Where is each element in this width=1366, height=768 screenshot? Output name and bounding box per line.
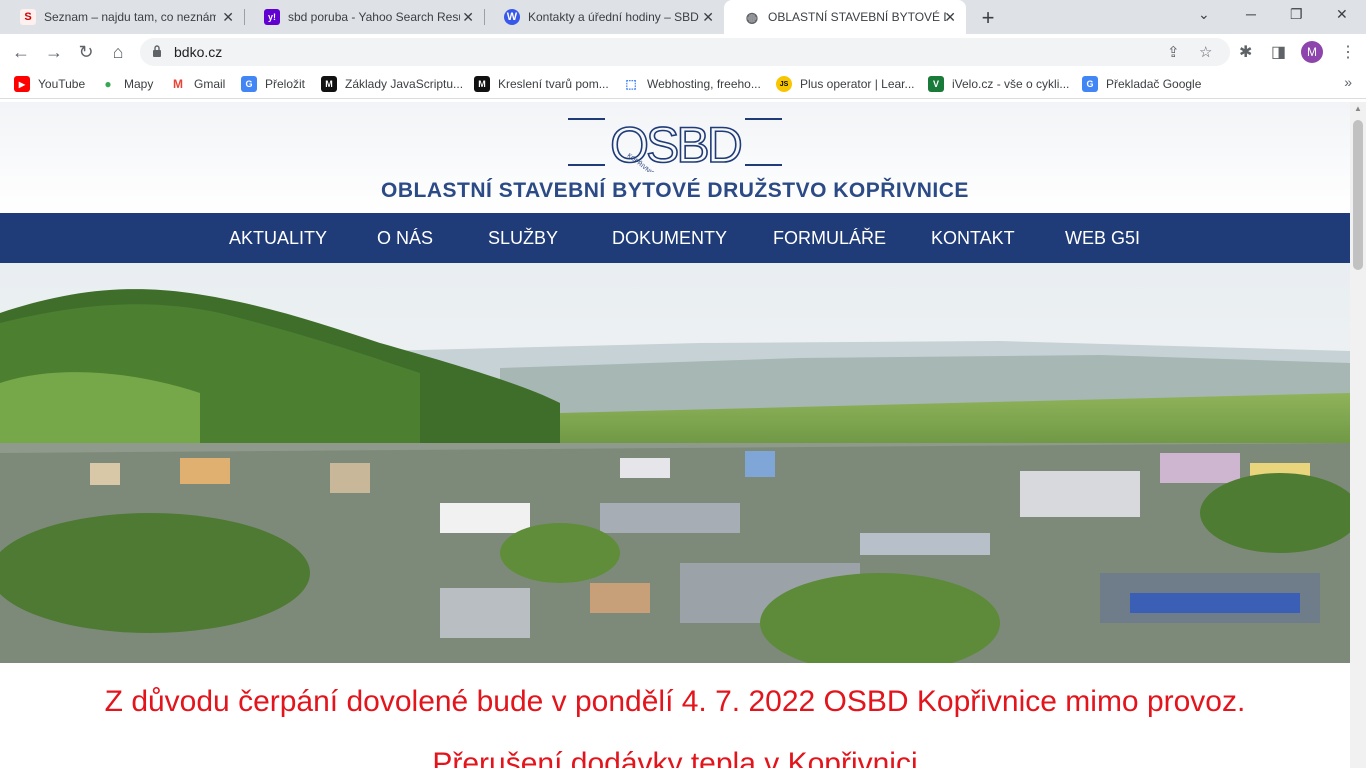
- nav-sluzby[interactable]: SLUŽBY: [488, 228, 558, 249]
- address-bar[interactable]: bdko.cz ⇪ ☆: [140, 38, 1230, 66]
- google-translate-icon: G: [1082, 76, 1098, 92]
- tab-osbd-active[interactable]: ◍ OBLASTNÍ STAVEBNÍ BYTOVÉ DR ✕: [724, 0, 966, 34]
- home-icon[interactable]: ⌂: [107, 41, 129, 63]
- tab-title: sbd poruba - Yahoo Search Resul: [288, 10, 460, 24]
- nav-dokumenty[interactable]: DOKUMENTY: [612, 228, 727, 249]
- nav-kontakt[interactable]: KONTAKT: [931, 228, 1015, 249]
- announcement-heating-outage[interactable]: Přerušení dodávky tepla v Kopřivnici: [0, 747, 1350, 768]
- ivelo-icon: V: [928, 76, 944, 92]
- web-page: OSBD KOPŘIVNICE OBLASTNÍ STAVEBNÍ BYTOVÉ…: [0, 102, 1350, 768]
- star-icon[interactable]: ☆: [1199, 43, 1212, 61]
- js-icon: JS: [776, 76, 792, 92]
- new-tab-button[interactable]: +: [976, 5, 1000, 31]
- bookmark-zaklady-javascriptu[interactable]: M Základy JavaScriptu...: [321, 75, 463, 93]
- close-icon[interactable]: ✕: [702, 10, 714, 24]
- m-icon: M: [474, 76, 490, 92]
- tab-search-chevron-icon[interactable]: ⌄: [1198, 6, 1210, 23]
- bookmark-label: Webhosting, freeho...: [647, 77, 761, 91]
- forward-arrow-icon[interactable]: →: [43, 41, 65, 63]
- minimize-icon[interactable]: ─: [1246, 6, 1256, 22]
- bookmark-label: Mapy: [124, 77, 154, 91]
- bookmark-label: Přeložit: [265, 77, 306, 91]
- back-arrow-icon[interactable]: ←: [10, 41, 32, 63]
- globe-icon: ◍: [745, 8, 759, 25]
- site-subtitle: OBLASTNÍ STAVEBNÍ BYTOVÉ DRUŽSTVO KOPŘIV…: [381, 179, 969, 202]
- bookmark-prelozit[interactable]: G Přeložit: [241, 75, 305, 93]
- bookmarks-bar: ▶ YouTube ● Mapy M Gmail G Přeložit M Zá…: [0, 70, 1366, 99]
- scroll-up-arrow-icon[interactable]: ▲: [1354, 104, 1362, 113]
- bookmark-label: Gmail: [194, 77, 226, 91]
- close-icon[interactable]: ✕: [462, 10, 474, 24]
- seznam-icon: S: [20, 9, 36, 25]
- bookmark-kresleni-tvaru[interactable]: M Kreslení tvarů pom...: [474, 75, 609, 93]
- lock-icon: [153, 45, 161, 57]
- scrollbar-thumb[interactable]: [1353, 120, 1363, 270]
- gmail-icon: M: [173, 77, 183, 91]
- bookmark-mapy[interactable]: ● Mapy: [100, 75, 153, 93]
- close-icon[interactable]: ✕: [944, 10, 956, 24]
- announcement-vacation: Z důvodu čerpání dovolené bude v pondělí…: [104, 685, 1246, 718]
- bookmark-label: Plus operator | Lear...: [800, 77, 915, 91]
- bookmark-label: Překladač Google: [1106, 77, 1202, 91]
- tab-kontakty[interactable]: W Kontakty a úřední hodiny – SBD P ✕: [484, 0, 724, 34]
- webhosting-icon: ⬚: [625, 77, 637, 91]
- share-icon[interactable]: ⇪: [1167, 43, 1180, 61]
- nav-formulare[interactable]: FORMULÁŘE: [773, 228, 886, 249]
- restore-icon[interactable]: ❐: [1290, 6, 1303, 23]
- google-translate-icon: G: [241, 76, 257, 92]
- bookmark-webhosting[interactable]: ⬚ Webhosting, freeho...: [623, 75, 761, 93]
- tab-strip: S Seznam – najdu tam, co neznám ✕ y! sbd…: [0, 0, 1366, 34]
- main-navigation: AKTUALITY O NÁS SLUŽBY DOKUMENTY FORMULÁ…: [0, 213, 1350, 263]
- bookmark-label: Základy JavaScriptu...: [345, 77, 464, 91]
- nav-aktuality[interactable]: AKTUALITY: [229, 228, 327, 249]
- youtube-icon: ▶: [14, 76, 30, 92]
- window-close-icon[interactable]: ✕: [1336, 6, 1348, 23]
- reload-icon[interactable]: ↻: [75, 41, 97, 63]
- osbd-logo[interactable]: OSBD KOPŘIVNICE: [565, 116, 785, 172]
- tab-seznam[interactable]: S Seznam – najdu tam, co neznám ✕: [0, 0, 244, 34]
- m-icon: M: [321, 76, 337, 92]
- logo-osbd-text: OSBD: [610, 117, 741, 172]
- bookmark-label: Kreslení tvarů pom...: [498, 77, 609, 91]
- hero-town-panorama-image: [0, 263, 1350, 663]
- close-icon[interactable]: ✕: [222, 10, 234, 24]
- bookmark-ivelo[interactable]: V iVelo.cz - vše o cykli...: [928, 75, 1069, 93]
- page-scrollbar[interactable]: ▲: [1350, 102, 1366, 768]
- extensions-icon[interactable]: ✱: [1239, 42, 1252, 62]
- nav-o-nas[interactable]: O NÁS: [377, 228, 433, 249]
- menu-kebab-icon[interactable]: ⋮: [1340, 42, 1356, 62]
- nav-web-g5i[interactable]: WEB G5I: [1065, 228, 1140, 249]
- bookmarks-overflow-icon[interactable]: »: [1344, 74, 1352, 90]
- avatar[interactable]: M: [1301, 41, 1323, 63]
- tab-title: Seznam – najdu tam, co neznám: [44, 10, 216, 24]
- site-header: OSBD KOPŘIVNICE OBLASTNÍ STAVEBNÍ BYTOVÉ…: [0, 102, 1350, 213]
- google-maps-icon: ●: [104, 77, 112, 91]
- bookmark-gmail[interactable]: M Gmail: [170, 75, 225, 93]
- wordpress-icon: W: [504, 9, 520, 25]
- yahoo-icon: y!: [264, 9, 280, 25]
- bookmark-prekladac-google[interactable]: G Překladač Google: [1082, 75, 1201, 93]
- bookmark-youtube[interactable]: ▶ YouTube: [14, 75, 85, 93]
- url-text[interactable]: bdko.cz: [174, 44, 222, 60]
- tab-yahoo[interactable]: y! sbd poruba - Yahoo Search Resul ✕: [244, 0, 484, 34]
- bookmark-plus-operator[interactable]: JS Plus operator | Lear...: [776, 75, 915, 93]
- bookmark-label: iVelo.cz - vše o cykli...: [952, 77, 1070, 91]
- bookmark-label: YouTube: [38, 77, 86, 91]
- side-panel-icon[interactable]: ◨: [1271, 42, 1286, 62]
- tab-title: Kontakty a úřední hodiny – SBD P: [528, 10, 700, 24]
- tab-title: OBLASTNÍ STAVEBNÍ BYTOVÉ DR: [768, 10, 946, 24]
